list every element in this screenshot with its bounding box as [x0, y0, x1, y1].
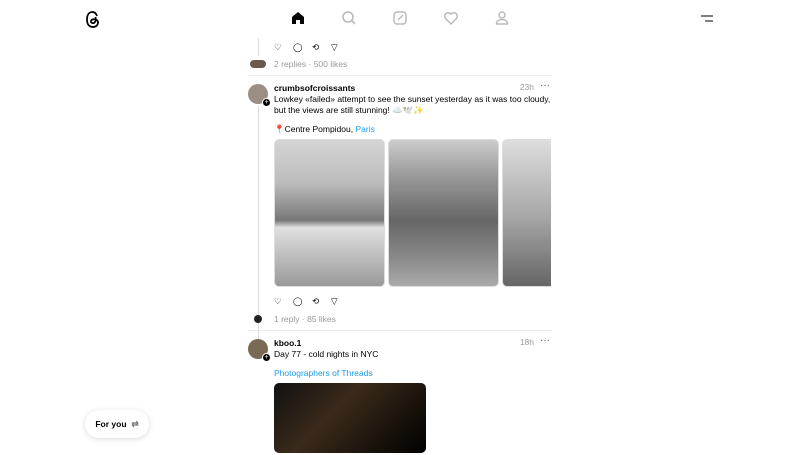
replies-count[interactable]: 1 reply	[274, 314, 300, 324]
image-carousel[interactable]	[274, 139, 551, 287]
post: + crumbsofcroissants 23h ··· Lowkey «fai…	[248, 80, 552, 358]
comment-icon[interactable]: ◯	[293, 42, 303, 52]
more-options-icon[interactable]: ···	[540, 80, 550, 91]
menu-icon[interactable]	[700, 14, 714, 24]
reply-avatar	[254, 315, 262, 323]
nav-home[interactable]	[290, 10, 306, 28]
compose-icon	[393, 11, 407, 25]
username[interactable]: kboo.1	[274, 338, 301, 348]
follow-plus-icon[interactable]: +	[262, 98, 271, 107]
post-image[interactable]	[274, 383, 426, 453]
like-icon[interactable]: ♡	[274, 296, 284, 306]
home-icon	[292, 12, 304, 24]
post-actions: ♡ ◯ ⟲ ▽	[274, 296, 552, 306]
threads-logo-icon[interactable]	[84, 10, 102, 29]
nav-search[interactable]	[341, 10, 357, 28]
switch-icon: ⇄	[131, 418, 139, 429]
post-text: Lowkey «failed» attempt to see the sunse…	[274, 94, 551, 115]
timestamp: 18h	[519, 337, 534, 347]
top-bar	[0, 0, 800, 38]
pin-icon: 📍	[274, 124, 285, 134]
comment-icon[interactable]: ◯	[293, 296, 303, 306]
profile-icon	[495, 11, 509, 25]
username[interactable]: crumbsofcroissants	[274, 83, 355, 93]
heart-icon	[443, 11, 459, 26]
likes-count[interactable]: 85 likes	[307, 314, 336, 324]
likes-count[interactable]: 500 likes	[314, 59, 348, 69]
timestamp: 23h	[519, 82, 534, 92]
repost-icon[interactable]: ⟲	[312, 296, 322, 306]
feed-toggle-label: For you	[95, 419, 127, 429]
feed-toggle-button[interactable]: For you ⇄	[85, 410, 149, 438]
previous-post-footer: ♡ ◯ ⟲ ▽ 2 replies · 500 likes	[248, 38, 552, 69]
search-icon	[342, 11, 356, 25]
more-options-icon[interactable]: ···	[540, 335, 550, 346]
post-text: Day 77 - cold nights in NYC	[274, 349, 379, 359]
replies-count[interactable]: 2 replies	[274, 59, 306, 69]
post-image[interactable]	[388, 139, 499, 287]
like-icon[interactable]: ♡	[274, 42, 284, 52]
topic-tag-link[interactable]: Photographers of Threads	[274, 368, 552, 379]
location-link[interactable]: Paris	[355, 124, 374, 134]
avatar[interactable]: +	[248, 84, 271, 107]
repost-icon[interactable]: ⟲	[312, 42, 322, 52]
post-image[interactable]	[274, 139, 385, 287]
share-icon[interactable]: ▽	[331, 296, 341, 306]
share-icon[interactable]: ▽	[331, 42, 341, 52]
nav-activity[interactable]	[443, 10, 459, 28]
reply-avatars	[250, 60, 266, 68]
avatar[interactable]: +	[248, 339, 271, 362]
follow-plus-icon[interactable]: +	[262, 353, 271, 362]
post-actions: ♡ ◯ ⟲ ▽	[274, 42, 552, 52]
feed: ♡ ◯ ⟲ ▽ 2 replies · 500 likes + crumbsofcro…	[248, 38, 552, 453]
nav-profile[interactable]	[494, 10, 510, 28]
location: Centre Pompidou,	[284, 124, 356, 134]
post: + kboo.1 18h ··· Day 77 - cold nights in…	[248, 335, 552, 453]
nav-create[interactable]	[392, 10, 408, 28]
post-image[interactable]	[502, 139, 551, 287]
